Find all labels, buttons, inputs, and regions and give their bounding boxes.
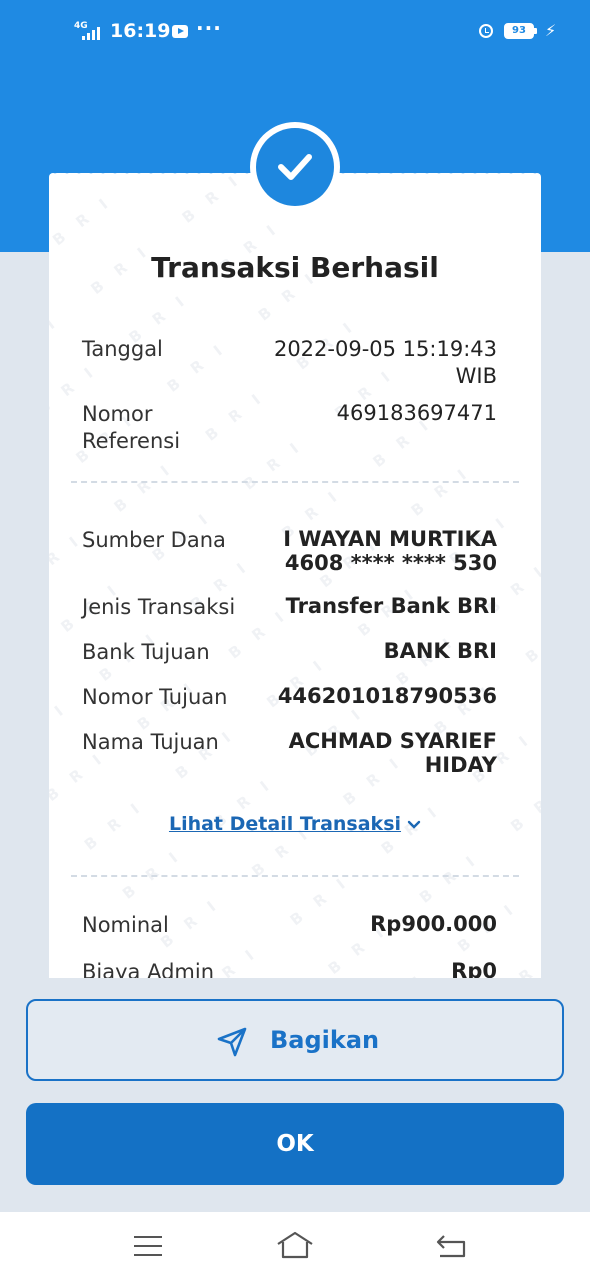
referensi-value: 469183697471 [336,401,497,425]
youtube-icon [172,25,188,38]
more-notifications-icon: ··· [196,16,222,40]
share-label: Bagikan [270,1026,380,1054]
biaya-value: Rp0 [451,959,497,978]
bank-label: Bank Tujuan [82,640,210,664]
detail-transaction-link[interactable]: Lihat Detail Transaksi [49,813,541,835]
tanggal-value: 2022-09-05 15:19:43 WIB [273,337,497,388]
row-nominal: Nominal Rp900.000 [82,912,497,940]
chevron-down-icon [407,816,421,834]
sumber-card: 4608 **** **** 530 [284,551,497,575]
nomor-tujuan-label: Nomor Tujuan [82,685,228,709]
row-nomor-tujuan: Nomor Tujuan 446201018790536 [82,684,497,712]
success-badge [250,122,340,212]
share-button[interactable]: Bagikan [26,999,564,1081]
signal-icon [82,26,104,40]
tanggal-label: Tanggal [82,337,163,361]
detail-link-label: Lihat Detail Transaksi [168,813,402,835]
row-jenis: Jenis Transaksi Transfer Bank BRI [82,594,497,622]
receipt-card: BRI BRI BRI BRI BRI BRI BRI BRI BRI BRI … [49,173,541,978]
clock: 16:19 [110,20,171,42]
battery-indicator: 93 [504,23,537,39]
biaya-label: Biaya Admin [82,960,215,978]
ok-button[interactable]: OK [26,1103,564,1185]
charging-icon: ⚡ [545,21,557,40]
menu-icon[interactable] [134,1236,162,1263]
nomor-tujuan-value: 446201018790536 [277,684,497,708]
divider [71,481,519,483]
page-title: Transaksi Berhasil [151,251,439,284]
check-icon [256,128,334,206]
row-tanggal: Tanggal 2022-09-05 15:19:43 WIB [82,336,497,392]
row-bank-tujuan: Bank Tujuan BANK BRI [82,639,497,667]
back-icon[interactable] [434,1232,468,1264]
sumber-label: Sumber Dana [82,528,226,552]
nama-tujuan-value: ACHMAD SYARIEF HIDAY [288,729,497,777]
nama-tujuan-label: Nama Tujuan [82,730,219,754]
sumber-name: I WAYAN MURTIKA [283,527,497,551]
row-referensi: Nomor Referensi 469183697471 [82,401,497,457]
alarm-icon [479,24,493,38]
status-bar: 4G 16:19 ··· 93 ⚡ [0,0,590,64]
jenis-label: Jenis Transaksi [82,595,236,619]
jenis-value: Transfer Bank BRI [285,594,497,618]
divider [71,875,519,877]
row-sumber-dana: Sumber Dana I WAYAN MURTIKA 4608 **** **… [82,527,497,577]
nominal-label: Nominal [82,913,169,937]
row-nama-tujuan: Nama Tujuan ACHMAD SYARIEF HIDAY [82,729,497,779]
row-biaya-admin: Biaya Admin Rp0 [82,959,497,978]
referensi-label: Nomor Referensi [82,402,181,453]
bank-value: BANK BRI [383,639,497,663]
system-nav-bar [0,1212,590,1280]
nominal-value: Rp900.000 [370,912,497,936]
send-icon [216,1026,248,1062]
home-icon[interactable] [275,1230,315,1264]
